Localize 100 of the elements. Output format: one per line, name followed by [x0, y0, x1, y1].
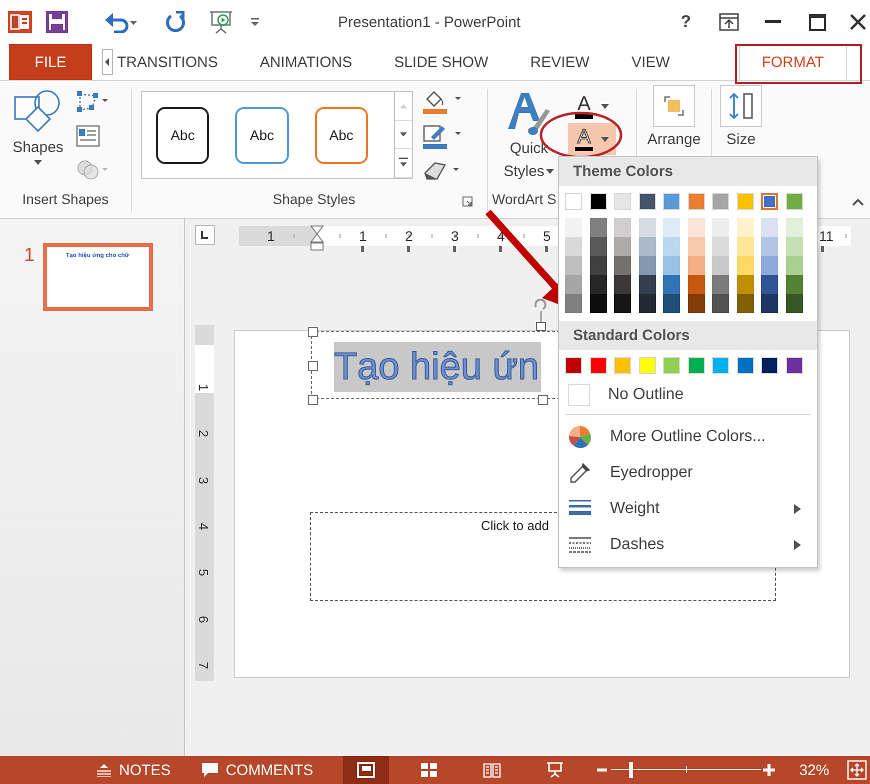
repeat-icon[interactable]: [164, 11, 186, 33]
color-swatch[interactable]: [638, 294, 656, 313]
minimize-icon[interactable]: [765, 20, 781, 24]
resize-handle[interactable]: [308, 327, 318, 337]
color-swatch[interactable]: [565, 275, 582, 294]
color-swatch[interactable]: [663, 237, 680, 256]
color-swatch[interactable]: [663, 294, 680, 313]
text-box-icon[interactable]: [76, 124, 100, 147]
ribbon-tab[interactable]: ANIMATIONS: [238, 44, 374, 80]
menu-item[interactable]: Eyedropper: [559, 455, 817, 491]
menu-item[interactable]: More Outline Colors...: [559, 419, 817, 455]
resize-handle[interactable]: [308, 395, 318, 405]
collapse-ribbon-icon[interactable]: [852, 198, 864, 206]
color-swatch[interactable]: [638, 237, 656, 256]
dialog-launcher-icon[interactable]: [462, 196, 473, 207]
color-swatch[interactable]: [712, 294, 729, 313]
color-swatch[interactable]: [712, 256, 729, 275]
save-icon[interactable]: [46, 11, 68, 33]
color-swatch[interactable]: [565, 294, 582, 313]
fit-to-window-icon[interactable]: [847, 760, 868, 780]
ribbon-tab[interactable]: SLIDE SHOW: [373, 44, 510, 80]
color-swatch[interactable]: [565, 237, 582, 256]
color-swatch[interactable]: [786, 294, 802, 313]
color-swatch[interactable]: [688, 237, 704, 256]
color-swatch[interactable]: [614, 275, 631, 294]
color-swatch[interactable]: [638, 275, 656, 294]
color-swatch[interactable]: [590, 218, 606, 237]
edit-shape-icon[interactable]: [76, 90, 110, 114]
ribbon-tab[interactable]: VIEW: [610, 44, 691, 80]
ribbon-tab[interactable]: TRANSITIONS: [113, 44, 239, 80]
color-swatch[interactable]: [786, 237, 802, 256]
color-swatch[interactable]: [590, 237, 606, 256]
color-swatch[interactable]: [590, 275, 606, 294]
color-swatch[interactable]: [761, 256, 778, 275]
color-swatch[interactable]: [786, 256, 802, 275]
file-tab[interactable]: FILE: [9, 44, 92, 80]
indent-marker-icon[interactable]: [310, 225, 324, 251]
color-swatch[interactable]: [736, 275, 754, 294]
scroll-left-icon[interactable]: [102, 49, 113, 75]
zoom-slider-thumb[interactable]: [628, 762, 633, 778]
rotate-handle[interactable]: [533, 297, 549, 331]
zoom-percent[interactable]: 32%: [799, 762, 830, 778]
color-swatch[interactable]: [590, 294, 606, 313]
color-swatch[interactable]: [614, 218, 631, 237]
color-swatch[interactable]: [761, 294, 778, 313]
style-preset[interactable]: Abc: [314, 106, 368, 164]
color-swatch[interactable]: [614, 294, 631, 313]
color-swatch[interactable]: [712, 218, 729, 237]
close-icon[interactable]: [850, 14, 866, 30]
merge-shapes-icon[interactable]: [76, 158, 110, 182]
color-swatch[interactable]: [761, 193, 778, 210]
color-swatch[interactable]: [663, 256, 680, 275]
color-swatch[interactable]: [688, 294, 704, 313]
ribbon-tab[interactable]: FORMAT: [738, 44, 847, 80]
normal-view-button[interactable]: [343, 756, 390, 784]
color-swatch[interactable]: [736, 237, 754, 256]
color-swatch[interactable]: [736, 256, 754, 275]
zoom-slider[interactable]: [611, 763, 762, 777]
style-preset[interactable]: Abc: [156, 106, 210, 164]
color-swatch[interactable]: [565, 256, 582, 275]
color-swatch[interactable]: [638, 256, 656, 275]
color-swatch[interactable]: [565, 218, 582, 237]
help-button[interactable]: ?: [676, 12, 695, 32]
color-swatch[interactable]: [736, 294, 754, 313]
zoom-in-icon[interactable]: [763, 764, 776, 776]
ruler-number: 1: [267, 228, 275, 244]
color-swatch[interactable]: [786, 218, 802, 237]
tab-stop-icon[interactable]: [195, 225, 215, 245]
style-preset[interactable]: Abc: [235, 106, 289, 164]
start-slideshow-icon[interactable]: [208, 10, 234, 34]
notes-button[interactable]: NOTES: [96, 762, 171, 778]
comments-button[interactable]: COMMENTS: [200, 762, 314, 778]
color-swatch[interactable]: [761, 237, 778, 256]
resize-handle[interactable]: [308, 361, 318, 371]
resize-handle[interactable]: [538, 395, 548, 405]
ribbon-display-icon[interactable]: [719, 13, 739, 31]
ribbon-tab[interactable]: REVIEW: [509, 44, 610, 80]
group-label: WordArt S: [492, 191, 556, 207]
customize-caret-icon[interactable]: [250, 16, 260, 28]
color-swatch[interactable]: [761, 275, 778, 294]
color-swatch[interactable]: [736, 218, 754, 237]
color-swatch[interactable]: [614, 256, 631, 275]
color-swatch[interactable]: [712, 237, 729, 256]
color-swatch[interactable]: [688, 218, 704, 237]
color-swatch[interactable]: [688, 256, 704, 275]
maximize-icon[interactable]: [809, 14, 826, 30]
arrange-button[interactable]: Arrange: [637, 81, 711, 148]
color-swatch[interactable]: [638, 218, 656, 237]
color-swatch[interactable]: [663, 218, 680, 237]
color-swatch[interactable]: [688, 275, 704, 294]
color-swatch[interactable]: [712, 275, 729, 294]
color-swatch[interactable]: [614, 237, 631, 256]
zoom-out-icon[interactable]: [597, 768, 608, 772]
size-button[interactable]: Size: [712, 81, 770, 148]
color-swatch[interactable]: [663, 275, 680, 294]
color-swatch[interactable]: [761, 218, 778, 237]
undo-icon[interactable]: [104, 11, 138, 33]
color-swatch[interactable]: [786, 275, 802, 294]
color-swatch[interactable]: [590, 256, 606, 275]
shapes-button[interactable]: Shapes: [0, 81, 76, 191]
